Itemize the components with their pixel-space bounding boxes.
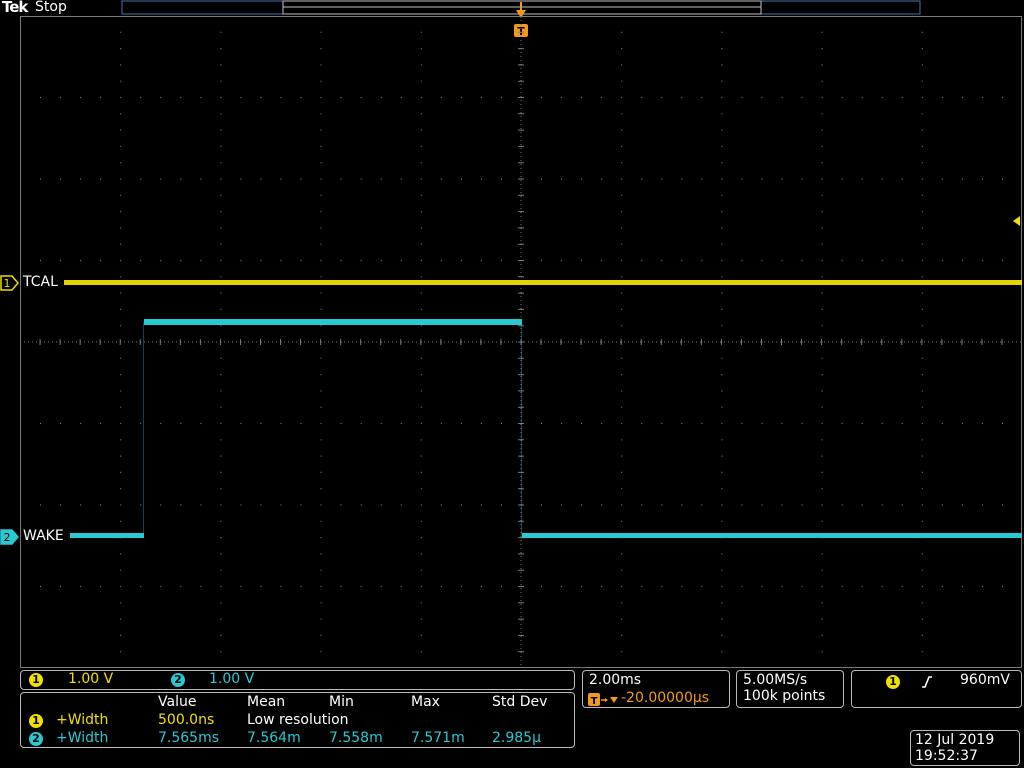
waveform-graticule[interactable] — [20, 16, 1022, 668]
meas1-mean: Low resolution — [247, 712, 349, 728]
measurement-panel[interactable]: Value Mean Min Max Std Dev 1 +Width 500.… — [20, 692, 575, 748]
ch1-badge-icon: 1 — [0, 275, 19, 291]
trigger-level-icon[interactable] — [1010, 214, 1022, 228]
trigger-delay-icon: T — [588, 692, 620, 711]
rising-edge-icon — [920, 674, 934, 694]
channel-scale-bar[interactable]: 1 1.00 V 2 1.00 V — [20, 670, 575, 690]
svg-text:2: 2 — [4, 531, 11, 544]
trigger-level[interactable]: 960mV — [960, 672, 1010, 688]
ch2-scale-badge: 2 — [171, 673, 185, 687]
ch1-label: TCAL — [23, 274, 58, 290]
col-min: Min — [329, 694, 354, 710]
horizontal-scale[interactable]: 2.00ms — [589, 672, 641, 688]
ch1-trace — [64, 280, 1022, 285]
sample-rate: 5.00MS/s — [743, 672, 808, 688]
ch1-scale-badge: 1 — [29, 673, 43, 687]
ch2-badge-icon: 2 — [0, 529, 19, 545]
svg-text:1: 1 — [4, 277, 11, 290]
meas1-channel-badge: 1 — [29, 714, 43, 728]
meas2-channel-badge: 2 — [29, 732, 43, 746]
datetime-panel: 12 Jul 2019 19:52:37 — [910, 730, 1020, 766]
time: 19:52:37 — [915, 748, 978, 764]
ch2-trace-low-left — [70, 533, 144, 538]
meas2-name: +Width — [56, 730, 109, 746]
meas2-max: 7.571m — [411, 730, 465, 746]
ch2-scale[interactable]: 1.00 V — [209, 671, 254, 687]
col-value: Value — [158, 694, 197, 710]
date: 12 Jul 2019 — [915, 732, 995, 748]
meas1-value: 500.0ns — [158, 712, 215, 728]
trigger-panel[interactable]: 1 960mV — [851, 670, 1022, 708]
ch1-scale[interactable]: 1.00 V — [68, 671, 113, 687]
svg-text:T: T — [591, 696, 598, 707]
ch2-label: WAKE — [23, 528, 64, 544]
status-bar: Tek Stop T — [0, 0, 1024, 38]
col-std-dev: Std Dev — [492, 694, 548, 710]
ch2-trace-low-right — [522, 533, 1022, 538]
meas2-min: 7.558m — [329, 730, 383, 746]
acquisition-panel[interactable]: 5.00MS/s 100k points — [736, 670, 844, 708]
timebase-panel[interactable]: 2.00ms T -20.00000µs — [582, 670, 730, 708]
horizontal-delay[interactable]: -20.00000µs — [621, 690, 709, 706]
meas1-name: +Width — [56, 712, 109, 728]
record-length: 100k points — [743, 688, 826, 704]
trigger-source-badge: 1 — [886, 675, 900, 689]
meas2-value: 7.565ms — [158, 730, 220, 746]
meas2-std-dev: 2.985µ — [492, 730, 541, 746]
col-mean: Mean — [247, 694, 286, 710]
col-max: Max — [411, 694, 440, 710]
meas2-mean: 7.564m — [247, 730, 301, 746]
ch2-trace-high — [144, 319, 522, 325]
